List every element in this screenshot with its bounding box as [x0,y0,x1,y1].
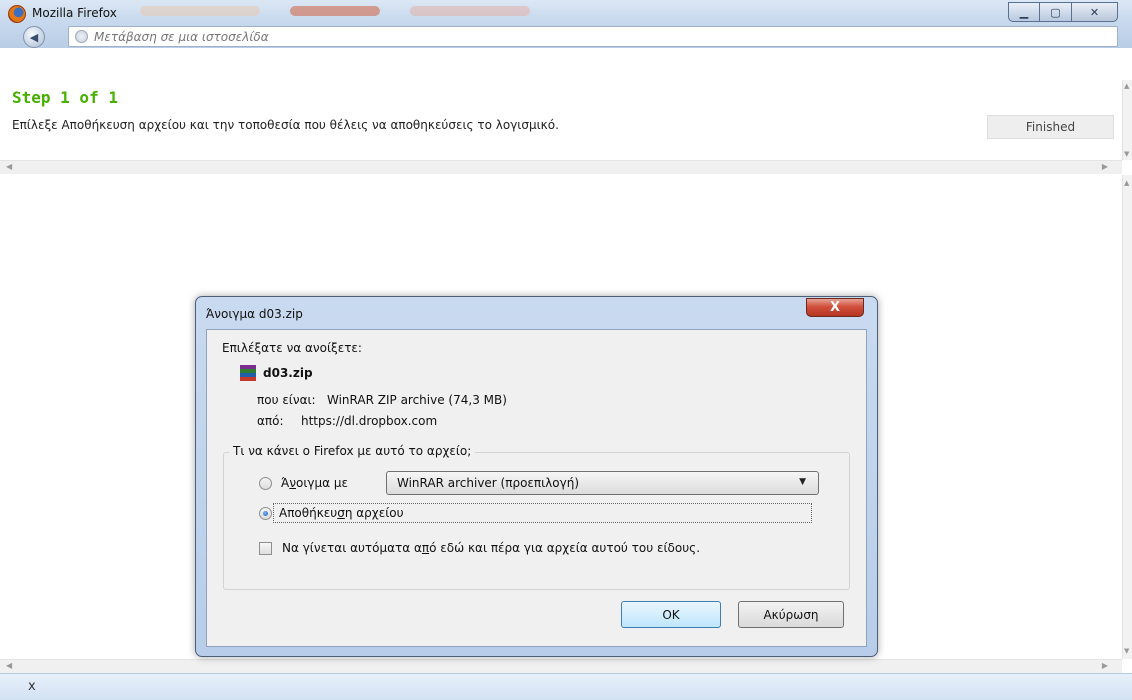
scroll-up-icon[interactable]: ▲ [1124,179,1129,187]
content-horizontal-scrollbar[interactable]: ◀ ▶ [0,659,1122,673]
window-controls: ▁ ▢ ✕ [1008,2,1118,22]
dialog-body: Επιλέξατε να ανοίξετε: d03.zip που είναι… [206,329,867,647]
firefox-logo-icon [8,5,26,23]
titlebar-decoration [290,6,380,16]
content-vertical-scrollbar[interactable]: ▲ ▼ [1122,175,1132,659]
location-bar[interactable]: Μετάβαση σε μια ιστοσελίδα [68,26,1118,47]
titlebar-decoration [410,6,530,16]
scroll-down-icon[interactable]: ▼ [1124,647,1129,655]
ok-button[interactable]: OK [621,601,721,628]
step-description: Επίλεξε Αποθήκευση αρχείου και την τοποθ… [12,118,559,132]
auto-action-checkbox[interactable] [259,542,272,555]
step-title: Step 1 of 1 [12,88,118,107]
open-with-radio[interactable] [259,477,272,490]
close-bar-button[interactable]: x [28,679,36,694]
bottom-bar: x [0,673,1132,700]
save-file-label[interactable]: Αποθήκευση αρχείου [279,506,404,520]
scroll-up-icon[interactable]: ▲ [1124,82,1129,90]
maximize-button[interactable]: ▢ [1040,2,1072,22]
action-group-title: Τι να κάνει ο Firefox με αυτό το αρχείο; [229,444,476,458]
back-button[interactable]: ◀ [23,26,45,48]
save-file-radio[interactable] [259,507,272,520]
chevron-down-icon: ▼ [799,477,806,487]
dialog-close-button[interactable]: X [806,298,864,317]
window-title: Mozilla Firefox [32,6,117,20]
chosen-to-open-label: Επιλέξατε να ανοίξετε: [222,341,362,355]
scroll-right-icon[interactable]: ▶ [1102,162,1108,171]
scroll-left-icon[interactable]: ◀ [6,162,12,171]
file-source-value: https://dl.dropbox.com [301,414,438,428]
file-source-label: από: [257,414,284,428]
open-with-label[interactable]: Άνοιγμα με [281,476,348,490]
notification-vertical-scrollbar[interactable]: ▲ ▼ [1122,80,1132,160]
open-file-dialog: Άνοιγμα d03.zip X Επιλέξατε να ανοίξετε:… [195,296,878,657]
back-arrow-icon: ◀ [29,30,39,44]
window-titlebar[interactable]: Mozilla Firefox ▁ ▢ ✕ ◀ Μετάβαση σε μια … [0,0,1132,48]
titlebar-decoration [140,6,260,16]
scroll-down-icon[interactable]: ▼ [1124,150,1129,158]
application-select[interactable]: WinRAR archiver (προεπιλογή) ▼ [386,471,819,495]
globe-icon [75,30,88,43]
dialog-title: Άνοιγμα d03.zip [206,307,303,321]
file-name: d03.zip [263,366,313,380]
application-select-value: WinRAR archiver (προεπιλογή) [397,476,580,490]
winrar-archive-icon [240,365,256,381]
location-placeholder: Μετάβαση σε μια ιστοσελίδα [94,29,269,44]
file-type-label: που είναι: [257,393,316,407]
minimize-button[interactable]: ▁ [1008,2,1040,22]
close-window-button[interactable]: ✕ [1072,2,1118,22]
notification-horizontal-scrollbar[interactable]: ◀ ▶ [0,160,1122,174]
scroll-left-icon[interactable]: ◀ [6,661,12,670]
auto-action-label[interactable]: Να γίνεται αυτόματα από εδώ και πέρα για… [282,541,700,555]
finished-button[interactable]: Finished [987,115,1114,139]
file-type-value: WinRAR ZIP archive (74,3 MB) [327,393,507,407]
cancel-button[interactable]: Ακύρωση [738,601,844,628]
scroll-right-icon[interactable]: ▶ [1102,661,1108,670]
notification-panel: Step 1 of 1 Επίλεξε Αποθήκευση αρχείου κ… [0,80,1122,160]
